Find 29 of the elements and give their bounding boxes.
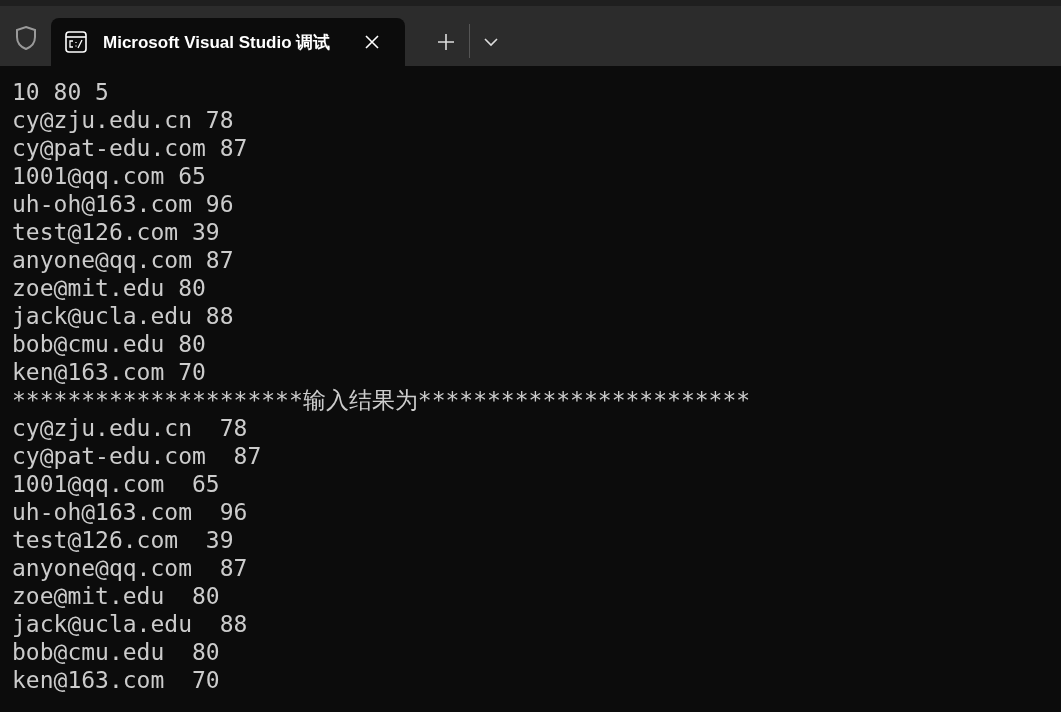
- console-line: 10 80 5: [12, 78, 109, 106]
- terminal-tab[interactable]: Microsoft Visual Studio 调试: [51, 18, 405, 66]
- terminal-icon: [65, 31, 87, 53]
- console-line: uh-oh@163.com 96: [12, 190, 234, 218]
- chevron-down-icon[interactable]: [484, 37, 498, 47]
- console-line: uh-oh@163.com 96: [12, 498, 248, 526]
- console-line: anyone@qq.com 87: [12, 554, 248, 582]
- tab-title: Microsoft Visual Studio 调试: [103, 31, 332, 54]
- console-line: jack@ucla.edu 88: [12, 610, 248, 638]
- console-line: zoe@mit.edu 80: [12, 274, 206, 302]
- console-line: test@126.com 39: [12, 526, 234, 554]
- close-icon[interactable]: [365, 35, 379, 49]
- console-line: anyone@qq.com 87: [12, 246, 234, 274]
- console-line: zoe@mit.edu 80: [12, 582, 220, 610]
- console-line: 1001@qq.com 65: [12, 470, 220, 498]
- console-line: 1001@qq.com 65: [12, 162, 206, 190]
- console-line: cy@zju.edu.cn 78: [12, 414, 248, 442]
- console-line: cy@pat-edu.com 87: [12, 134, 248, 162]
- console-line: bob@cmu.edu 80: [12, 330, 206, 358]
- console-line: *********************输入结果为************************: [12, 386, 751, 414]
- console-line: test@126.com 39: [12, 218, 220, 246]
- console-line: cy@pat-edu.com 87: [12, 442, 262, 470]
- console-line: bob@cmu.edu 80: [12, 638, 220, 666]
- console-line: ken@163.com 70: [12, 358, 206, 386]
- console-line: ken@163.com 70: [12, 666, 220, 694]
- shield-icon[interactable]: [15, 25, 37, 51]
- plus-icon[interactable]: [437, 33, 455, 51]
- console-line: cy@zju.edu.cn 78: [12, 106, 234, 134]
- console-line: jack@ucla.edu 88: [12, 302, 234, 330]
